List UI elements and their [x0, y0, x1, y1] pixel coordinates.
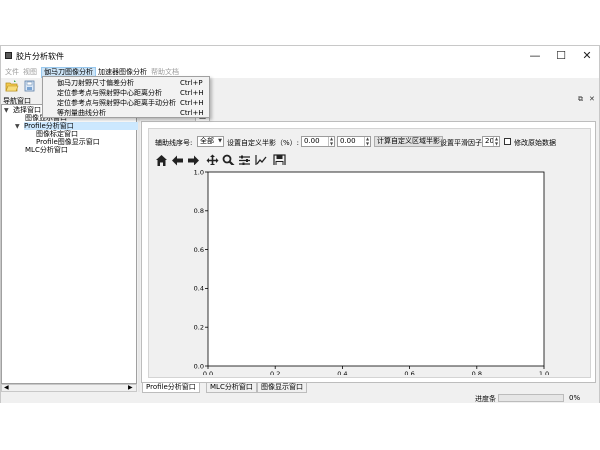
y-tick-label: 0.2 — [194, 324, 204, 332]
tab-profile-analysis[interactable]: Profile分析窗口 — [142, 383, 200, 393]
menu-view[interactable]: 视图 — [21, 67, 39, 78]
y-tick-label: 0.0 — [194, 362, 204, 370]
y-tick-label: 1.0 — [194, 168, 204, 176]
scroll-left-icon[interactable]: ◀ — [4, 384, 9, 391]
dock-float-icon[interactable]: ⧉ — [578, 95, 583, 104]
tree-item-profile-image-display[interactable]: Profile图像显示窗口 — [36, 138, 100, 146]
spin-arrows-icon[interactable]: ▲ ▼ — [493, 136, 499, 146]
smooth-factor-spinbox[interactable]: 20 ▲ ▼ — [482, 136, 500, 147]
modify-raw-data-label: 修改原始数据 — [514, 139, 556, 147]
navigation-tree: ▼ 选择窗口 图像显示窗口 ▼ Profile分析窗口 图像标定窗口 Profi… — [1, 104, 138, 384]
y-tick-label: 0.6 — [194, 246, 204, 254]
tree-horizontal-scrollbar[interactable]: ◀ ▶ — [1, 384, 137, 392]
tree-item-profile-analysis[interactable]: Profile分析窗口 — [24, 122, 138, 130]
back-arrow-icon[interactable] — [171, 154, 184, 167]
profile-analysis-panel: 辅助线序号: 全部 ▼ 设置自定义半影（%）: 0.00 ▲ ▼ 0.00 ▲ ▼ … — [141, 121, 596, 383]
x-tick-label: 0.8 — [472, 370, 482, 375]
menu-item-isodose-curve[interactable]: 等剂量曲线分析 Ctrl+H — [43, 108, 209, 118]
tab-image-display-window[interactable]: 图像显示窗口 — [257, 383, 307, 393]
y-tick-label: 0.4 — [194, 285, 204, 293]
expand-caret-icon[interactable]: ▼ — [15, 123, 20, 130]
title-bar: 胶片分析软件 — ☐ ✕ — [1, 46, 599, 66]
home-icon[interactable] — [155, 154, 168, 167]
dock-splitter[interactable] — [138, 104, 140, 392]
tree-item-image-calibration[interactable]: 图像标定窗口 — [36, 130, 78, 138]
penumbra-max-spinbox[interactable]: 0.00 ▲ ▼ — [337, 136, 371, 147]
status-bar: 进度条 0% — [1, 393, 599, 403]
expand-caret-icon[interactable]: ▼ — [4, 107, 9, 114]
spin-arrows-icon[interactable]: ▲ ▼ — [364, 136, 370, 146]
x-tick-label: 1.0 — [539, 370, 549, 375]
aux-line-combo[interactable]: 全部 ▼ — [197, 136, 224, 147]
save-file-icon[interactable] — [23, 79, 37, 93]
window-title: 胶片分析软件 — [16, 52, 64, 61]
tree-item-mlc-analysis[interactable]: MLC分析窗口 — [25, 146, 68, 154]
tree-root[interactable]: 选择窗口 — [13, 106, 41, 114]
menu-item-field-size-deviation[interactable]: 伽马刀射野尺寸偏差分析 Ctrl+P — [43, 78, 209, 88]
progress-bar — [498, 394, 564, 402]
modify-raw-data-checkbox[interactable] — [504, 138, 511, 145]
tab-mlc-analysis[interactable]: MLC分析窗口 — [206, 383, 257, 393]
x-tick-label: 0.6 — [404, 370, 414, 375]
x-tick-label: 0.0 — [203, 370, 213, 375]
profile-plot[interactable]: 0.0 0.2 0.4 0.6 0.8 1.0 0.0 0.2 0.4 0.6 0.8 1.0 — [189, 165, 549, 375]
penumbra-min-spinbox[interactable]: 0.00 ▲ ▼ — [301, 136, 335, 147]
open-folder-icon[interactable] — [5, 79, 19, 93]
maximize-button[interactable]: ☐ — [551, 49, 571, 63]
smooth-factor-label: 设置平滑因子 — [440, 139, 482, 147]
analysis-area: 辅助线序号: 全部 ▼ 设置自定义半影（%）: 0.00 ▲ ▼ 0.00 ▲ ▼ … — [148, 128, 591, 378]
app-icon — [5, 52, 12, 59]
minimize-button[interactable]: — — [525, 49, 545, 63]
scroll-right-icon[interactable]: ▶ — [128, 384, 133, 391]
menu-item-reference-distance[interactable]: 定位参考点与照射野中心距离分析 Ctrl+H — [43, 88, 209, 98]
aux-line-label: 辅助线序号: — [155, 139, 193, 147]
menu-item-reference-distance-manual[interactable]: 定位参考点与照射野中心距离手动分析 Ctrl+H — [43, 98, 209, 108]
x-tick-label: 0.2 — [270, 370, 280, 375]
gamma-knife-dropdown: 伽马刀射野尺寸偏差分析 Ctrl+P 定位参考点与照射野中心距离分析 Ctrl+… — [42, 76, 210, 118]
penumbra-label: 设置自定义半影（%）: — [227, 139, 300, 147]
compute-penumbra-button[interactable]: 计算自定义区域半影 — [374, 136, 443, 147]
x-tick-label: 0.4 — [337, 370, 347, 375]
progress-text: 0% — [569, 394, 581, 402]
y-tick-label: 0.8 — [194, 207, 204, 215]
progress-label: 进度条 — [475, 395, 496, 403]
chevron-down-icon: ▼ — [218, 138, 222, 144]
plot-axes — [207, 171, 545, 367]
close-button[interactable]: ✕ — [577, 49, 597, 63]
dock-close-icon[interactable]: ✕ — [589, 95, 595, 103]
spin-arrows-icon[interactable]: ▲ ▼ — [328, 136, 334, 146]
menu-file[interactable]: 文件 — [3, 67, 21, 78]
